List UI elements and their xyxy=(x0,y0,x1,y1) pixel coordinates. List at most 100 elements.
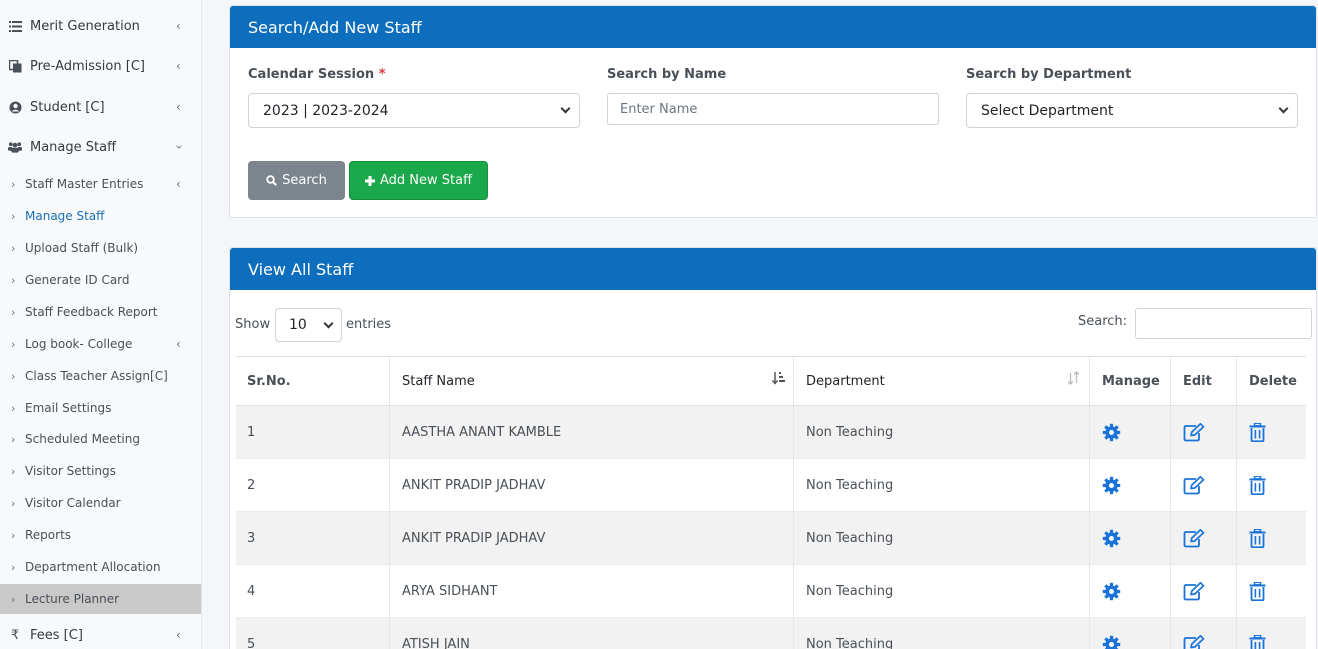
sidebar-subitem-label: Class Teacher Assign[C] xyxy=(25,369,168,383)
users-icon xyxy=(8,140,22,154)
sidebar-subitem-label: Scheduled Meeting xyxy=(25,432,140,446)
entries-select[interactable]: 10 xyxy=(275,308,342,342)
sidebar-subitem-staff-feedback-report[interactable]: › Staff Feedback Report xyxy=(0,297,201,327)
chevron-right-icon: › xyxy=(11,560,16,574)
sidebar-subitem-reports[interactable]: › Reports xyxy=(0,520,201,550)
cell-edit xyxy=(1171,459,1237,512)
entries-label: entries xyxy=(346,317,392,332)
search-name-input[interactable] xyxy=(607,93,939,125)
chevron-right-icon: › xyxy=(11,209,16,223)
sidebar-subitem-lecture-planner[interactable]: › Lecture Planner xyxy=(0,584,201,614)
plus-icon xyxy=(364,175,375,186)
sidebar-subitem-visitor-settings[interactable]: › Visitor Settings xyxy=(0,456,201,486)
search-button[interactable]: Search xyxy=(248,161,345,200)
sidebar-item-manage-staff[interactable]: Manage Staff ‹ xyxy=(0,127,201,167)
chevron-right-icon: › xyxy=(11,177,16,191)
search-by-name-label: Search by Name xyxy=(607,67,727,82)
cell-sr-no: 4 xyxy=(236,565,390,618)
search-button-label: Search xyxy=(282,173,327,188)
entries-value: 10 xyxy=(289,317,307,333)
add-new-staff-label: Add New Staff xyxy=(379,173,473,188)
edit-icon[interactable] xyxy=(1183,529,1205,548)
cell-staff-name: ARYA SIDHANT xyxy=(390,565,794,618)
cell-text-name: AASTHA ANANT KAMBLE xyxy=(402,425,562,440)
sidebar-subitem-manage-staff[interactable]: › Manage Staff xyxy=(0,201,201,231)
cell-delete xyxy=(1237,512,1306,565)
trash-icon[interactable] xyxy=(1249,635,1266,649)
cell-staff-name: ANKIT PRADIP JADHAV xyxy=(390,512,794,565)
cell-edit xyxy=(1171,406,1237,459)
cell-manage xyxy=(1090,565,1171,618)
gear-icon[interactable] xyxy=(1102,423,1121,442)
sidebar-subitem-visitor-calendar[interactable]: › Visitor Calendar xyxy=(0,488,201,518)
chevron-left-icon: ‹ xyxy=(176,337,181,351)
cell-department: Non Teaching xyxy=(794,512,1090,565)
edit-icon[interactable] xyxy=(1183,582,1205,601)
department-select[interactable]: Select Department xyxy=(966,93,1298,128)
sidebar-subitem-label: Visitor Calendar xyxy=(25,496,121,510)
sidebar-subitem-staff-master-entries[interactable]: › Staff Master Entries ‹ xyxy=(0,169,201,199)
cell-text-sr: 1 xyxy=(247,425,256,440)
edit-icon[interactable] xyxy=(1183,423,1205,442)
table-search-input[interactable] xyxy=(1135,308,1312,339)
chevron-right-icon: › xyxy=(11,305,16,319)
cell-manage xyxy=(1090,459,1171,512)
cell-department: Non Teaching xyxy=(794,406,1090,459)
sidebar-subitem-department-allocation[interactable]: › Department Allocation xyxy=(0,552,201,582)
gear-icon[interactable] xyxy=(1102,582,1121,601)
chevron-down-icon xyxy=(560,103,571,114)
cell-department: Non Teaching xyxy=(794,618,1090,649)
gear-icon[interactable] xyxy=(1102,529,1121,548)
cell-text-name: ARYA SIDHANT xyxy=(402,584,498,599)
cell-text-department: Non Teaching xyxy=(806,584,894,599)
department-select-value: Select Department xyxy=(981,102,1114,119)
trash-icon[interactable] xyxy=(1249,423,1266,442)
chevron-left-icon: ‹ xyxy=(176,177,181,191)
trash-icon[interactable] xyxy=(1249,582,1266,601)
sidebar-subitem-email-settings[interactable]: › Email Settings xyxy=(0,393,201,423)
add-new-staff-button[interactable]: Add New Staff xyxy=(349,161,488,200)
rupee-icon: ₹ xyxy=(10,627,20,643)
cell-delete xyxy=(1237,459,1306,512)
sidebar-subitem-log-book-college[interactable]: › Log book- College ‹ xyxy=(0,329,201,359)
sidebar-subitem-label: Upload Staff (Bulk) xyxy=(25,241,139,255)
gear-icon[interactable] xyxy=(1102,476,1121,495)
column-header-staff-name[interactable]: Staff Name xyxy=(390,357,794,405)
cell-text-department: Non Teaching xyxy=(806,478,894,493)
cell-staff-name: AASTHA ANANT KAMBLE xyxy=(390,406,794,459)
sidebar-item-pre-admission[interactable]: Pre-Admission [C] ‹ xyxy=(0,46,201,86)
sidebar-item-label: Fees [C] xyxy=(30,627,83,643)
sidebar-item-label: Manage Staff xyxy=(30,139,117,155)
trash-icon[interactable] xyxy=(1249,476,1266,495)
sidebar-subitem-generate-id-card[interactable]: › Generate ID Card xyxy=(0,265,201,295)
cell-text-department: Non Teaching xyxy=(806,637,894,649)
table-row: 4 ARYA SIDHANT Non Teaching xyxy=(236,565,1306,618)
edit-icon[interactable] xyxy=(1183,476,1205,495)
edit-icon[interactable] xyxy=(1183,635,1205,649)
column-header-department[interactable]: Department xyxy=(794,357,1090,405)
sidebar-subitem-scheduled-meeting[interactable]: › Scheduled Meeting xyxy=(0,424,201,454)
chevron-down-icon xyxy=(1278,103,1289,114)
trash-icon[interactable] xyxy=(1249,529,1266,548)
cell-edit xyxy=(1171,618,1237,649)
chevron-right-icon: › xyxy=(11,592,16,606)
sidebar-subitem-class-teacher-assign[interactable]: › Class Teacher Assign[C] xyxy=(0,361,201,391)
gear-icon[interactable] xyxy=(1102,635,1121,649)
sidebar-item-student[interactable]: Student [C] ‹ xyxy=(0,87,201,127)
cell-delete xyxy=(1237,406,1306,459)
chevron-down-icon xyxy=(323,318,334,329)
calendar-session-select[interactable]: 2023 | 2023-2024 xyxy=(248,93,580,128)
sidebar-item-fees[interactable]: ₹ Fees [C] ‹ xyxy=(0,615,201,649)
sidebar: Merit Generation ‹ Pre-Admission [C] ‹ S… xyxy=(0,0,202,649)
chevron-right-icon: › xyxy=(11,464,16,478)
column-header-sr-no[interactable]: Sr.No. xyxy=(236,357,390,405)
table-row: 3 ANKIT PRADIP JADHAV Non Teaching xyxy=(236,512,1306,565)
sidebar-item-merit-generation[interactable]: Merit Generation ‹ xyxy=(0,6,201,46)
sidebar-subitem-upload-staff[interactable]: › Upload Staff (Bulk) xyxy=(0,233,201,263)
cell-staff-name: ATISH JAIN xyxy=(390,618,794,649)
copy-icon xyxy=(8,59,22,73)
table-header: Sr.No. Staff Name Department Manage Edit… xyxy=(236,356,1306,406)
search-add-staff-panel: Search/Add New Staff Calendar Session * … xyxy=(229,5,1317,218)
list-icon xyxy=(8,19,22,33)
chevron-left-icon: ‹ xyxy=(176,100,181,114)
